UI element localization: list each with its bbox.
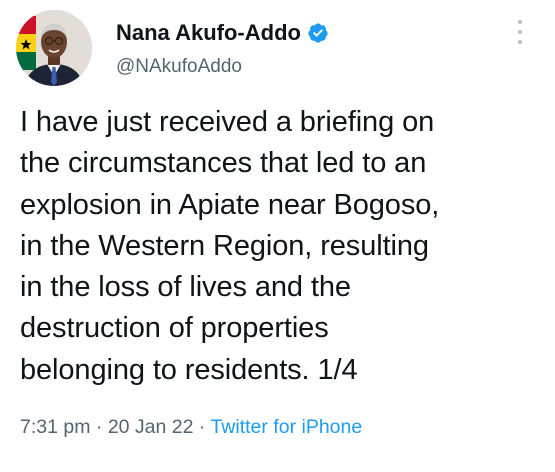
tweet-text-line: in the loss of lives and the bbox=[20, 271, 351, 304]
meta-separator: · bbox=[95, 416, 103, 438]
tweet-text-line: explosion in Apiate near Bogoso, bbox=[20, 188, 440, 221]
meta-separator: · bbox=[198, 416, 206, 438]
tweet-text-line: in the Western Region, resulting bbox=[20, 229, 429, 262]
display-name[interactable]: Nana Akufo-Addo bbox=[116, 20, 301, 46]
avatar-photo bbox=[16, 10, 92, 86]
more-options-icon[interactable] bbox=[513, 20, 527, 44]
tweet-text: I have just received a briefing on the c… bbox=[20, 102, 542, 391]
tweet-card: Nana Akufo-Addo @NAkufoAddo I have just … bbox=[0, 0, 555, 472]
tweet-date[interactable]: 20 Jan 22 bbox=[108, 416, 194, 438]
more-dot bbox=[518, 20, 522, 24]
author-handle[interactable]: @NAkufoAddo bbox=[116, 56, 242, 78]
verified-badge-icon bbox=[307, 22, 329, 44]
tweet-time[interactable]: 7:31 pm bbox=[20, 416, 90, 438]
more-dot bbox=[518, 30, 522, 34]
tweet-text-line: I have just received a briefing on bbox=[20, 106, 435, 138]
more-dot bbox=[518, 40, 522, 44]
tweet-text-line: belonging to residents. 1/4 bbox=[20, 353, 358, 386]
tweet-text-line: the circumstances that led to an bbox=[20, 147, 427, 180]
author-name-row[interactable]: Nana Akufo-Addo bbox=[116, 18, 329, 48]
tweet-text-line: destruction of properties bbox=[20, 312, 329, 345]
avatar[interactable] bbox=[16, 10, 92, 86]
tweet-meta: 7:31 pm · 20 Jan 22 · Twitter for iPhone bbox=[20, 416, 362, 439]
tweet-source-link[interactable]: Twitter for iPhone bbox=[210, 416, 362, 438]
